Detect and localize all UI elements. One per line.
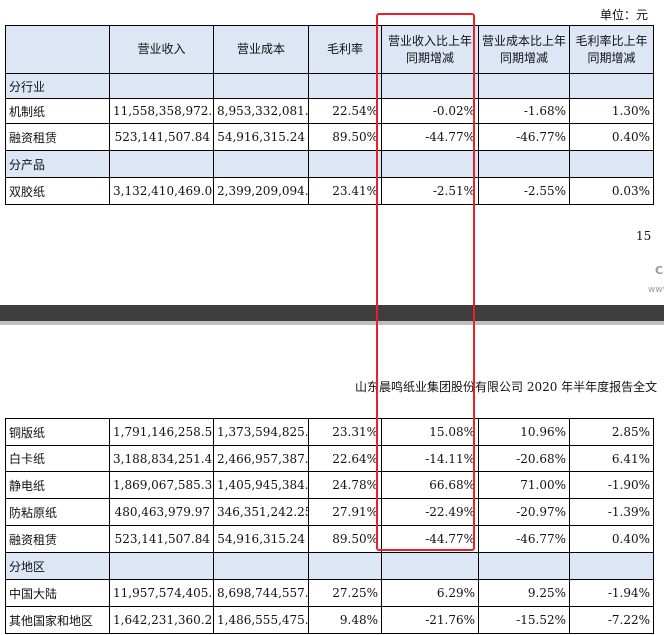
section-product: 分产品 bbox=[5, 150, 110, 178]
header-margin: 毛利率 bbox=[308, 25, 382, 74]
page-break-shadow bbox=[0, 321, 664, 325]
header-blank bbox=[5, 25, 110, 74]
income-table-top: 营业收入 营业成本 毛利率 营业收入比上年 同期增减 营业成本比上年 同期增减 毛利… bbox=[5, 25, 654, 205]
table-row: 静电纸 1,869,067,585.37 1,405,945,384.28 24… bbox=[5, 471, 654, 499]
highlight-box bbox=[376, 13, 475, 551]
table-row: 机制纸 11,558,358,972.70 8,953,332,081.47 2… bbox=[5, 98, 654, 124]
table-row: 铜版纸 1,791,146,258.55 1,373,594,825.68 23… bbox=[5, 418, 654, 446]
income-table-bottom: 铜版纸 1,791,146,258.55 1,373,594,825.68 23… bbox=[5, 418, 654, 634]
watermark-url: www bbox=[648, 285, 664, 295]
page-number: 15 bbox=[636, 229, 652, 243]
header-cost-change: 营业成本比上年 同期增减 bbox=[478, 25, 570, 74]
unit-label: 单位：元 bbox=[600, 8, 649, 22]
section-region: 分地区 bbox=[5, 552, 110, 580]
table-row: 白卡纸 3,188,834,251.43 2,466,957,387.87 22… bbox=[5, 445, 654, 472]
table-row: 双胶纸 3,132,410,469.07 2,399,209,094.08 23… bbox=[5, 177, 654, 205]
watermark-text: C bbox=[655, 264, 664, 277]
header-margin-change: 毛利率比上年 同期增减 bbox=[569, 25, 654, 74]
table-row: 中国大陆 11,957,574,405.64 8,698,744,557.97 … bbox=[5, 579, 654, 607]
section-industry: 分行业 bbox=[5, 73, 110, 99]
table-row: 融资租赁 523,141,507.84 54,916,315.24 89.50%… bbox=[5, 123, 654, 151]
header-revenue: 营业收入 bbox=[109, 25, 214, 74]
table-row: 融资租赁 523,141,507.84 54,916,315.24 89.50%… bbox=[5, 525, 654, 553]
table-row: 其他国家和地区 1,642,231,360.22 1,486,555,475.3… bbox=[5, 606, 654, 634]
table-row: 防粘原纸 480,463,979.97 346,351,242.25 27.91… bbox=[5, 498, 654, 526]
header-cost: 营业成本 bbox=[213, 25, 309, 74]
page-break-bar bbox=[0, 305, 664, 321]
